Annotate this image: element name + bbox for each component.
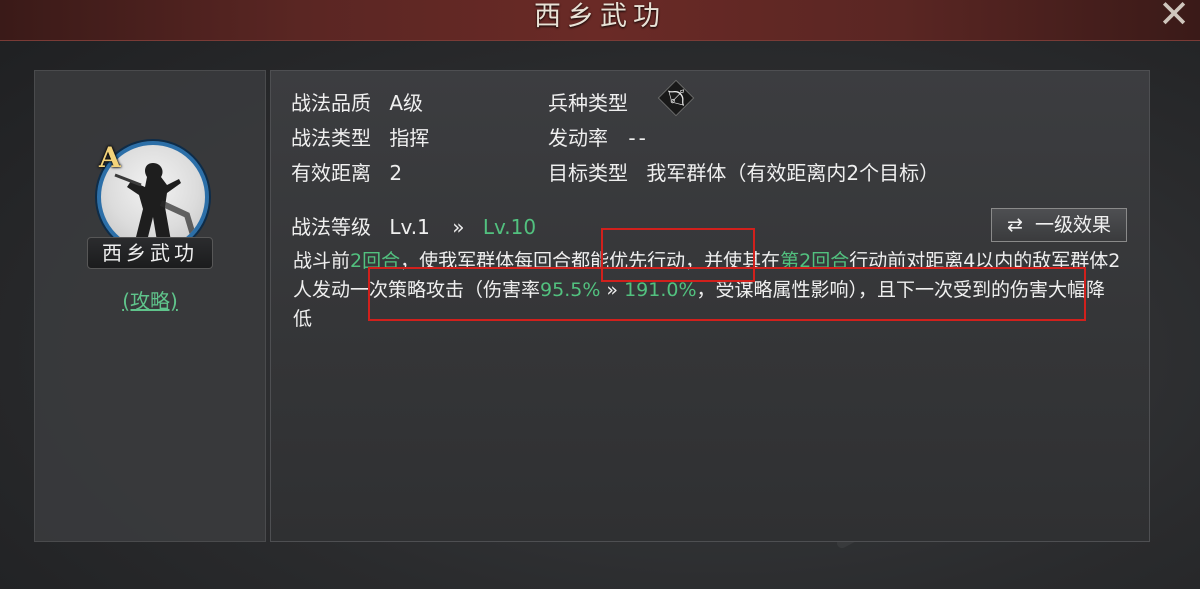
level-label: 战法等级	[291, 215, 371, 239]
rate-row: 发动率 --	[548, 122, 649, 151]
swap-icon: ⇄	[1007, 214, 1023, 236]
range-row: 有效距离 2	[291, 157, 402, 186]
grade-badge: A	[99, 141, 121, 174]
type-row: 战法类型 指挥	[291, 122, 429, 151]
level-effect-button[interactable]: ⇄ 一级效果	[991, 208, 1127, 242]
skill-card-panel: A 西乡武功 (攻略)	[34, 70, 266, 542]
skill-details-panel: 战法品质 A级 兵种类型 🏹︎ 战法类型 指挥 发动率 -- 有效距离 2 目标…	[270, 70, 1150, 542]
range-label: 有效距离	[291, 161, 371, 185]
rate-value: --	[628, 126, 649, 150]
skill-name-banner: 西乡武功	[87, 237, 213, 269]
target-value: 我军群体（有效距离内2个目标）	[646, 161, 940, 185]
close-icon[interactable]: ✕	[1152, 0, 1196, 36]
effect-button-label: 一级效果	[1034, 214, 1111, 236]
target-label: 目标类型	[548, 161, 628, 185]
level-max: Lv.10	[482, 215, 537, 239]
title-bar: 西乡武功 ✕	[0, 0, 1200, 41]
troop-label: 兵种类型	[548, 91, 628, 115]
quality-row: 战法品质 A级	[291, 87, 423, 116]
guide-link[interactable]: (攻略)	[35, 285, 265, 314]
rate-label: 发动率	[548, 126, 608, 150]
range-value: 2	[389, 161, 403, 185]
window-title: 西乡武功	[534, 1, 666, 32]
bow-icon: 🏹︎	[657, 79, 695, 117]
type-value: 指挥	[389, 126, 430, 150]
annotation-box	[368, 267, 1086, 321]
level-current: Lv.1	[389, 215, 430, 239]
level-arrow: »	[452, 215, 465, 239]
type-label: 战法类型	[291, 126, 371, 150]
quality-label: 战法品质	[291, 91, 371, 115]
desc-text-1: 战斗前	[293, 250, 351, 272]
target-row: 目标类型 我军群体（有效距离内2个目标）	[548, 157, 939, 186]
quality-value: A级	[389, 91, 424, 115]
level-row: 战法等级 Lv.1 » Lv.10	[291, 211, 536, 240]
